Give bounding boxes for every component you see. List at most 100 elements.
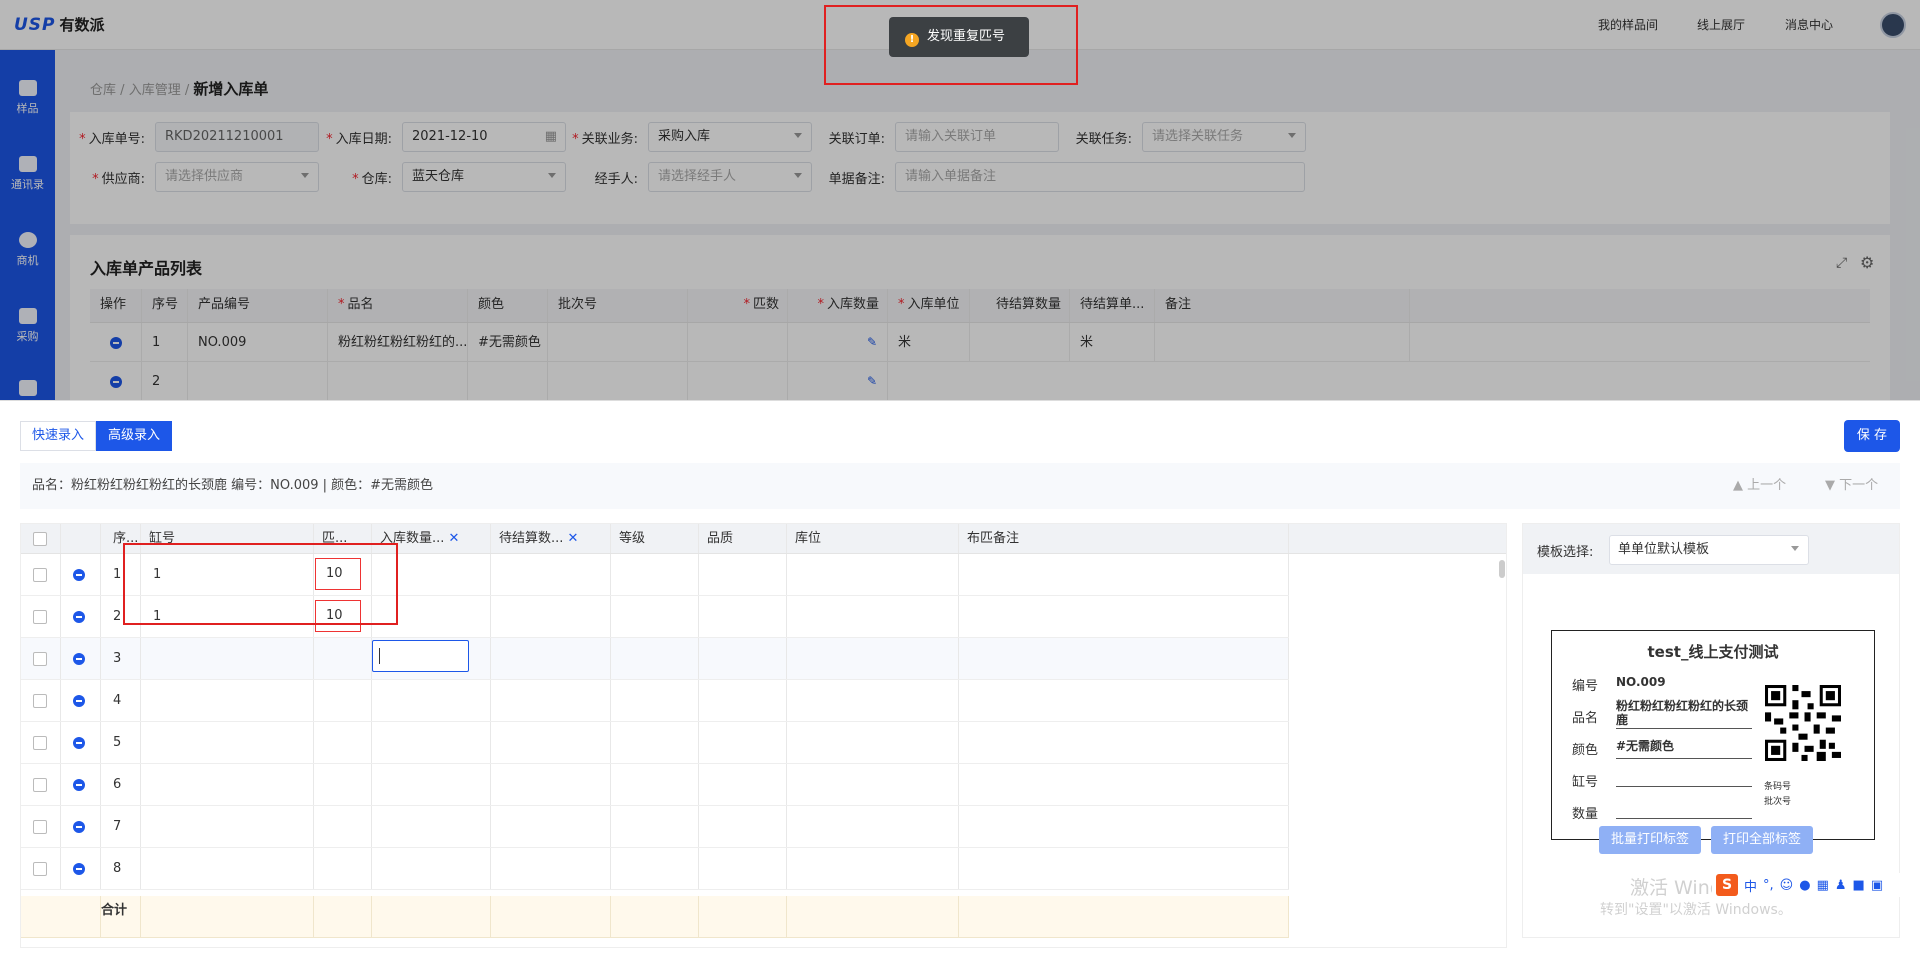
grid-cell[interactable] bbox=[787, 638, 959, 679]
row-checkbox[interactable] bbox=[21, 722, 61, 763]
mic-icon[interactable]: ● bbox=[1799, 878, 1810, 893]
emoji-icon[interactable]: ☺ bbox=[1780, 878, 1794, 893]
template-select[interactable]: 单单位默认模板 bbox=[1609, 535, 1809, 565]
grid-cell[interactable] bbox=[372, 848, 491, 889]
batch-print-button[interactable]: 批量打印标签 bbox=[1599, 826, 1701, 854]
sum-cell bbox=[372, 896, 491, 937]
grid-cell[interactable] bbox=[699, 554, 787, 595]
grid-cell[interactable] bbox=[491, 764, 611, 805]
cell-vat[interactable] bbox=[141, 764, 314, 805]
shirt-icon[interactable]: ■ bbox=[1853, 878, 1865, 893]
cell-pieces[interactable] bbox=[314, 680, 372, 721]
ime-mode[interactable]: 中 bbox=[1744, 876, 1757, 895]
grid-cell[interactable] bbox=[699, 764, 787, 805]
save-button[interactable]: 保 存 bbox=[1844, 420, 1900, 452]
grid-cell[interactable] bbox=[699, 848, 787, 889]
remove-icon[interactable] bbox=[73, 820, 85, 833]
row-checkbox[interactable] bbox=[21, 596, 61, 637]
cell-vat[interactable] bbox=[141, 806, 314, 847]
tool-icon[interactable]: ✕ bbox=[568, 531, 579, 546]
grid-cell[interactable] bbox=[611, 806, 699, 847]
qty-edit-input[interactable] bbox=[372, 640, 469, 672]
row-remove bbox=[61, 554, 101, 595]
grid-cell[interactable] bbox=[611, 596, 699, 637]
grid-cell[interactable] bbox=[491, 596, 611, 637]
sogou-icon[interactable]: S bbox=[1716, 874, 1738, 896]
grid-cell[interactable] bbox=[959, 848, 1289, 889]
grid-cell[interactable] bbox=[491, 680, 611, 721]
cell-pieces[interactable] bbox=[314, 848, 372, 889]
tool-icon[interactable]: ✕ bbox=[449, 531, 460, 546]
row-checkbox[interactable] bbox=[21, 554, 61, 595]
grid-cell[interactable] bbox=[959, 764, 1289, 805]
cell-pieces[interactable] bbox=[314, 638, 372, 679]
grid-cell[interactable] bbox=[372, 680, 491, 721]
row-checkbox[interactable] bbox=[21, 848, 61, 889]
row-checkbox[interactable] bbox=[21, 764, 61, 805]
grid-cell[interactable] bbox=[372, 722, 491, 763]
row-checkbox[interactable] bbox=[21, 680, 61, 721]
grid-cell[interactable] bbox=[491, 554, 611, 595]
cell-seq: 6 bbox=[101, 764, 141, 805]
row-checkbox[interactable] bbox=[21, 638, 61, 679]
grid-cell[interactable] bbox=[787, 722, 959, 763]
cell-vat[interactable] bbox=[141, 638, 314, 679]
grid-cell[interactable] bbox=[787, 680, 959, 721]
grid-icon[interactable]: ▣ bbox=[1871, 878, 1883, 893]
grid-cell[interactable] bbox=[699, 596, 787, 637]
grid-cell[interactable] bbox=[959, 680, 1289, 721]
col-header-action bbox=[61, 524, 101, 553]
cell-pieces[interactable] bbox=[314, 764, 372, 805]
remove-icon[interactable] bbox=[73, 694, 85, 707]
cell-vat[interactable] bbox=[141, 848, 314, 889]
grid-cell[interactable] bbox=[959, 554, 1289, 595]
select-all-checkbox[interactable] bbox=[21, 524, 61, 553]
remove-icon[interactable] bbox=[73, 862, 85, 875]
grid-cell[interactable] bbox=[611, 764, 699, 805]
grid-cell[interactable] bbox=[611, 680, 699, 721]
grid-cell[interactable] bbox=[611, 848, 699, 889]
grid-cell[interactable] bbox=[959, 806, 1289, 847]
grid-cell[interactable] bbox=[959, 596, 1289, 637]
remove-icon[interactable] bbox=[73, 736, 85, 749]
grid-cell[interactable] bbox=[491, 806, 611, 847]
grid-cell[interactable] bbox=[699, 722, 787, 763]
cell-pieces[interactable] bbox=[314, 722, 372, 763]
remove-icon[interactable] bbox=[73, 652, 85, 665]
remove-icon[interactable] bbox=[73, 568, 85, 581]
user-icon[interactable]: ♟ bbox=[1835, 878, 1847, 893]
grid-cell[interactable] bbox=[372, 806, 491, 847]
grid-cell[interactable] bbox=[611, 638, 699, 679]
remove-icon[interactable] bbox=[73, 610, 85, 623]
grid-scrollbar[interactable] bbox=[1499, 560, 1505, 578]
tab-advanced-entry[interactable]: 高级录入 bbox=[96, 421, 173, 451]
grid-cell[interactable] bbox=[699, 806, 787, 847]
grid-cell[interactable] bbox=[959, 638, 1289, 679]
grid-cell[interactable] bbox=[699, 638, 787, 679]
grid-cell[interactable] bbox=[959, 722, 1289, 763]
cell-pieces[interactable] bbox=[314, 806, 372, 847]
tab-quick-entry[interactable]: 快速录入 bbox=[20, 421, 97, 451]
grid-cell[interactable] bbox=[372, 764, 491, 805]
cell-vat[interactable] bbox=[141, 680, 314, 721]
punct-mode[interactable]: °, bbox=[1763, 878, 1774, 893]
next-button[interactable]: ▼ 下一个 bbox=[1825, 463, 1878, 509]
remove-icon[interactable] bbox=[73, 778, 85, 791]
grid-cell[interactable] bbox=[787, 806, 959, 847]
grid-cell[interactable] bbox=[491, 638, 611, 679]
grid-cell[interactable] bbox=[491, 848, 611, 889]
grid-cell[interactable] bbox=[491, 722, 611, 763]
grid-cell[interactable] bbox=[787, 596, 959, 637]
cell-vat[interactable] bbox=[141, 722, 314, 763]
grid-cell[interactable] bbox=[699, 680, 787, 721]
grid-cell[interactable] bbox=[787, 554, 959, 595]
grid-cell[interactable] bbox=[787, 764, 959, 805]
keyboard-icon[interactable]: ▦ bbox=[1817, 878, 1829, 893]
grid-cell[interactable] bbox=[611, 722, 699, 763]
row-checkbox[interactable] bbox=[21, 806, 61, 847]
chevron-down-icon bbox=[1791, 546, 1799, 551]
grid-cell[interactable] bbox=[787, 848, 959, 889]
prev-button[interactable]: ▲ 上一个 bbox=[1733, 463, 1786, 509]
print-all-button[interactable]: 打印全部标签 bbox=[1711, 826, 1813, 854]
grid-cell[interactable] bbox=[611, 554, 699, 595]
